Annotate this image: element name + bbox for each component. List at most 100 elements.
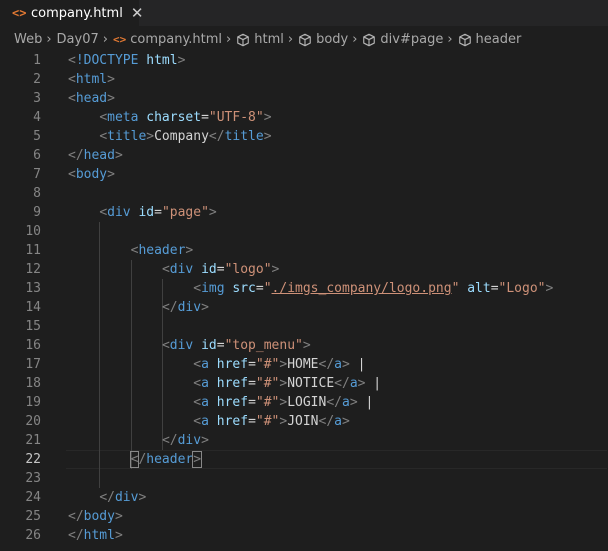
- code-line[interactable]: 25 </body>: [0, 507, 608, 526]
- line-number: 20: [25, 414, 41, 429]
- code-line[interactable]: 7 <body>: [0, 165, 608, 184]
- breadcrumb-item[interactable]: Web: [14, 32, 42, 47]
- line-code: </head>: [68, 146, 123, 165]
- code-token: </: [326, 395, 342, 410]
- code-line[interactable]: 1 <!DOCTYPE html>: [0, 51, 608, 70]
- code-token: >: [201, 433, 209, 448]
- code-token: a: [334, 414, 342, 429]
- line-code: <a href="#">JOIN</a>: [193, 412, 350, 431]
- chevron-right-icon: ›: [46, 32, 52, 47]
- code-line[interactable]: 4 <meta charset="UTF-8">: [0, 108, 608, 127]
- line-code: </div>: [162, 431, 209, 450]
- breadcrumb-item[interactable]: html: [236, 32, 284, 47]
- code-line[interactable]: 19 <a href="#">LOGIN</a> |: [0, 393, 608, 412]
- line-code: <meta charset="UTF-8">: [99, 108, 271, 127]
- code-line[interactable]: 18 <a href="#">NOTICE</a> |: [0, 374, 608, 393]
- tab-label: company.html: [31, 5, 123, 21]
- code-line[interactable]: 11 <header>: [0, 241, 608, 260]
- line-number: 22: [25, 452, 41, 467]
- breadcrumb-item[interactable]: Day07: [57, 32, 99, 47]
- code-line[interactable]: 16 <div id="top_menu">: [0, 336, 608, 355]
- code-token: href: [216, 395, 249, 410]
- line-number: 17: [25, 357, 41, 372]
- breadcrumb-item[interactable]: body: [298, 32, 348, 47]
- code-line[interactable]: 20 <a href="#">JOIN</a>: [0, 412, 608, 431]
- code-token: =: [201, 110, 209, 125]
- code-line[interactable]: 12 <div id="logo">: [0, 260, 608, 279]
- code-token: href: [216, 376, 249, 391]
- code-token: LOGIN: [287, 395, 327, 410]
- code-token: html: [146, 53, 178, 68]
- code-token: >: [271, 262, 280, 277]
- code-line[interactable]: 17 <a href="#">HOME</a> |: [0, 355, 608, 374]
- code-token: <: [193, 357, 202, 372]
- code-token: >: [177, 53, 186, 68]
- code-token: <: [193, 281, 202, 296]
- code-editor[interactable]: 1 <!DOCTYPE html> 2 <html> 3 <head> 4 <meta cha…: [0, 51, 608, 551]
- breadcrumb-item[interactable]: div#page: [362, 32, 443, 47]
- line-code: <div id="page">: [99, 203, 216, 222]
- code-token: |: [357, 395, 374, 410]
- code-token: =: [248, 376, 256, 391]
- code-token: title: [107, 129, 147, 144]
- code-token: </: [318, 414, 335, 429]
- line-number: 16: [25, 338, 41, 353]
- close-icon[interactable]: ✕: [131, 5, 144, 21]
- code-token: id: [201, 262, 217, 277]
- code-line[interactable]: 2 <html>: [0, 70, 608, 89]
- code-line[interactable]: 22 </header>: [0, 450, 608, 469]
- code-line[interactable]: 26 </html>: [0, 526, 608, 545]
- line-code: </body>: [68, 507, 123, 526]
- code-line[interactable]: 6 </head>: [0, 146, 608, 165]
- code-token: header: [146, 452, 194, 467]
- code-line[interactable]: 8: [0, 184, 608, 203]
- code-line[interactable]: 9 <div id="page">: [0, 203, 608, 222]
- line-code: <a href="#">NOTICE</a> |: [193, 374, 381, 393]
- element-cube-icon: [298, 33, 312, 47]
- code-line[interactable]: 10: [0, 222, 608, 241]
- code-token: |: [365, 376, 382, 391]
- code-line[interactable]: 5 <title>Company</title>: [0, 127, 608, 146]
- code-token: >: [192, 451, 203, 468]
- code-line[interactable]: 21 </div>: [0, 431, 608, 450]
- code-token: </: [68, 528, 84, 543]
- line-number: 21: [25, 433, 41, 448]
- line-number: 2: [33, 72, 41, 87]
- breadcrumb-item[interactable]: header: [458, 32, 521, 47]
- code-line[interactable]: 14 </div>: [0, 298, 608, 317]
- code-line[interactable]: 3 <head>: [0, 89, 608, 108]
- tab-company-html[interactable]: <> company.html ✕: [0, 0, 143, 26]
- code-token: div: [114, 490, 139, 505]
- line-code: </html>: [68, 526, 123, 545]
- breadcrumb-item[interactable]: <> company.html: [113, 32, 222, 47]
- code-token: <: [193, 376, 202, 391]
- line-code: <a href="#">HOME</a> |: [193, 355, 365, 374]
- code-line[interactable]: 15: [0, 317, 608, 336]
- line-code: <title>Company</title>: [99, 127, 271, 146]
- code-token: header: [138, 243, 186, 258]
- code-token: "UTF-8": [208, 110, 264, 125]
- code-token: alt: [467, 281, 491, 296]
- code-token: >: [107, 91, 115, 106]
- code-token: meta: [107, 110, 147, 125]
- code-token: >: [107, 167, 115, 182]
- code-token: "top_menu": [224, 338, 303, 353]
- breadcrumb-label: div#page: [380, 32, 444, 47]
- line-code: </header>: [129, 450, 203, 469]
- code-token: a: [201, 395, 217, 410]
- code-line[interactable]: 23: [0, 469, 608, 488]
- element-cube-icon: [236, 33, 250, 47]
- code-token: NOTICE: [287, 376, 335, 391]
- line-number: 8: [33, 186, 41, 201]
- html-file-icon: <>: [112, 33, 127, 46]
- code-token: </: [161, 433, 178, 448]
- code-line[interactable]: 13 <img src="./imgs_company/logo.png" alt…: [0, 279, 608, 298]
- code-token: a: [349, 376, 358, 391]
- code-line[interactable]: 24 </div>: [0, 488, 608, 507]
- line-code: <div id="top_menu">: [162, 336, 311, 355]
- line-code: <header>: [131, 241, 194, 260]
- code-token: img: [201, 281, 233, 296]
- code-token: title: [224, 129, 264, 144]
- code-token: head: [83, 148, 115, 163]
- line-number: 7: [33, 167, 41, 182]
